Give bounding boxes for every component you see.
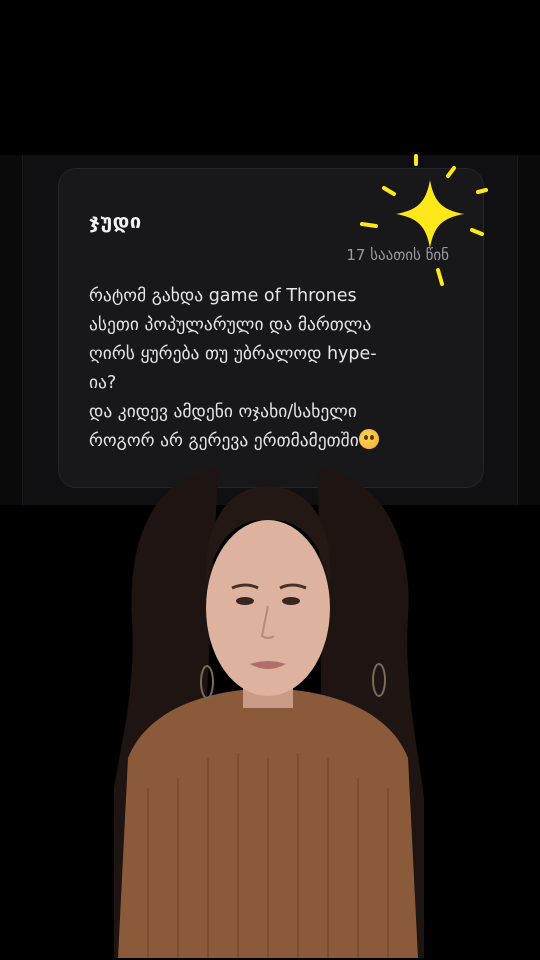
sparkle-star-icon xyxy=(360,154,488,286)
person-video-cutout xyxy=(114,468,424,958)
question-text: რატომ გახდა game of Thrones ასეთი პოპულა… xyxy=(89,282,461,456)
screenshot-left-edge xyxy=(0,155,23,505)
screenshot-right-edge xyxy=(517,155,540,505)
author-name: ჯუდი xyxy=(89,209,142,233)
worried-face-emoji-icon xyxy=(358,429,379,449)
video-frame: ჯუდი 17 საათის წინ რატომ გახდა game of T… xyxy=(0,0,540,960)
question-body: რატომ გახდა game of Thrones ასეთი პოპულა… xyxy=(89,286,377,451)
